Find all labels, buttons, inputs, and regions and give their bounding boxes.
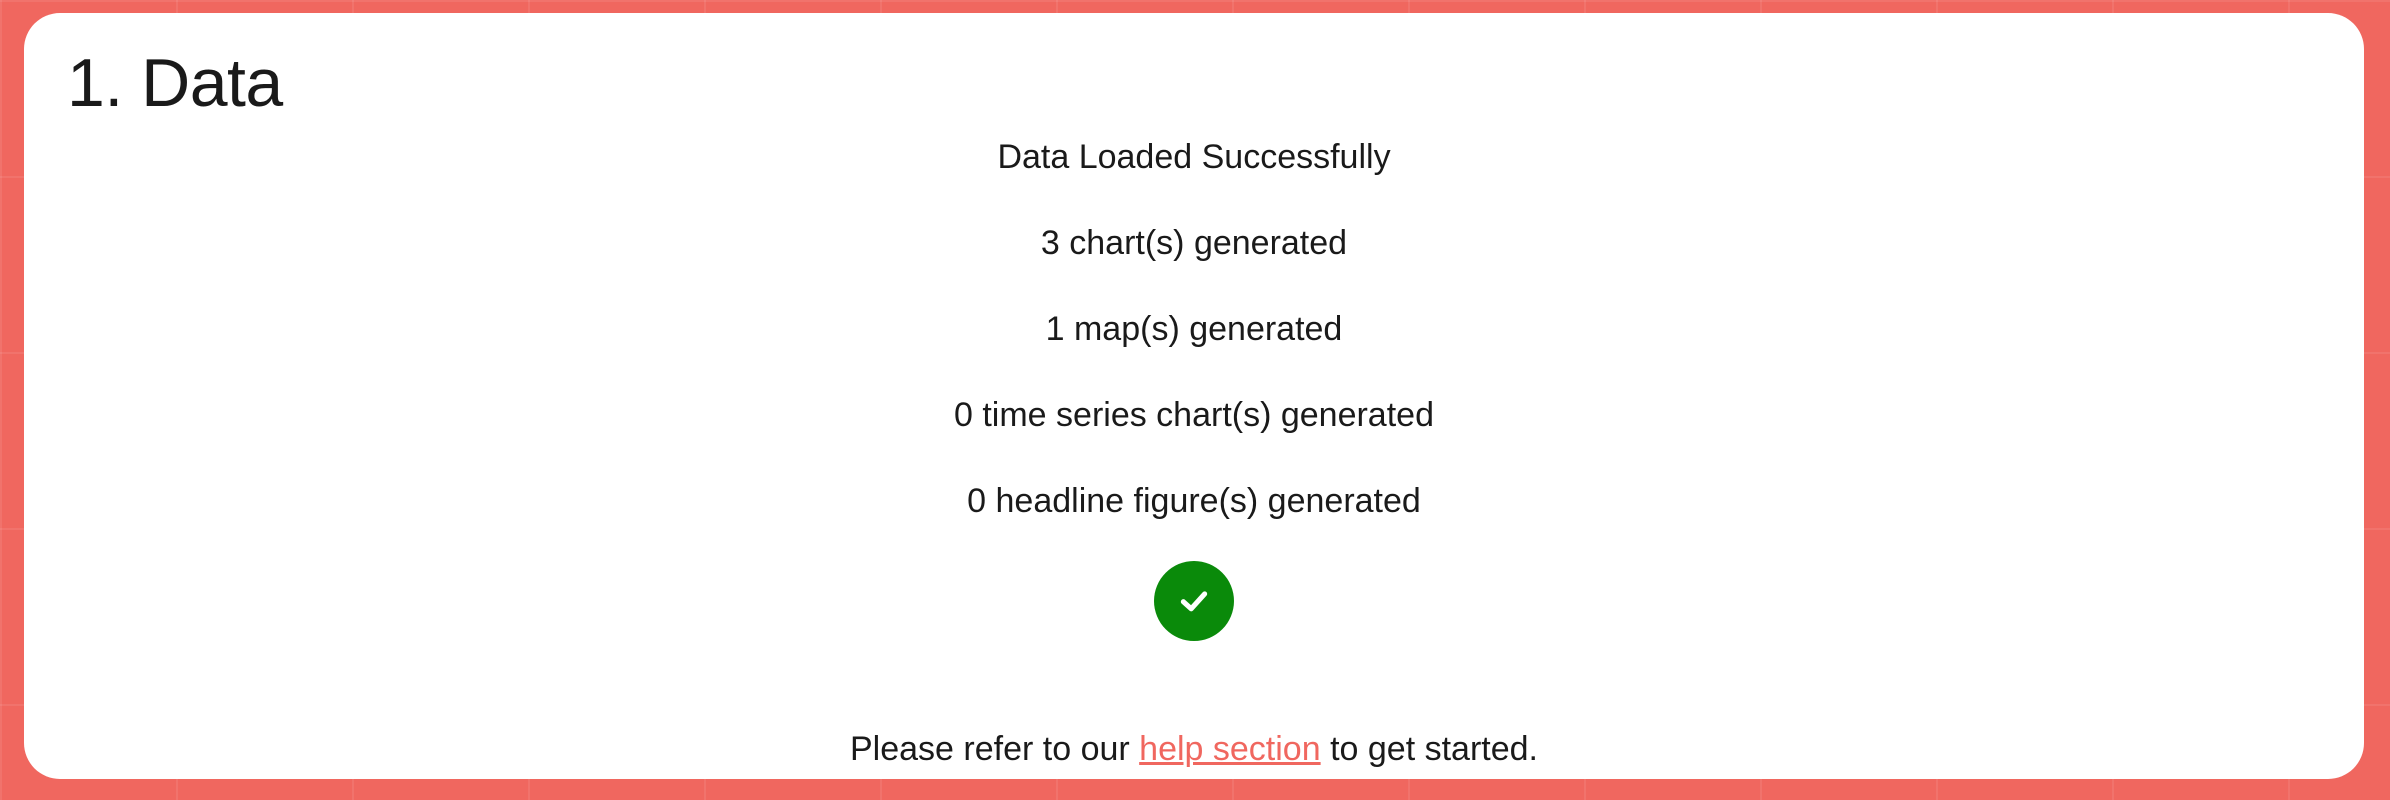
section-title: 1. Data (67, 45, 283, 121)
charts-count: 3 chart(s) generated (1040, 224, 1348, 262)
time-series-count: 0 time series chart(s) generated (954, 396, 1434, 434)
help-prefix: Please refer to our (850, 730, 1140, 768)
help-suffix: to get started. (1320, 730, 1538, 768)
status-message: Data Loaded Successfully (997, 138, 1391, 176)
help-section-link[interactable]: help section (1139, 730, 1320, 768)
check-circle-icon (1154, 561, 1234, 641)
checkmark-icon (1180, 591, 1208, 612)
headline-figures-count: 0 headline figure(s) generated (967, 482, 1421, 520)
help-text: Please refer to our help section to get … (24, 729, 2364, 770)
data-panel: 1. Data Data Loaded Successfully 3 chart… (24, 13, 2364, 779)
maps-count: 1 map(s) generated (1045, 310, 1343, 348)
